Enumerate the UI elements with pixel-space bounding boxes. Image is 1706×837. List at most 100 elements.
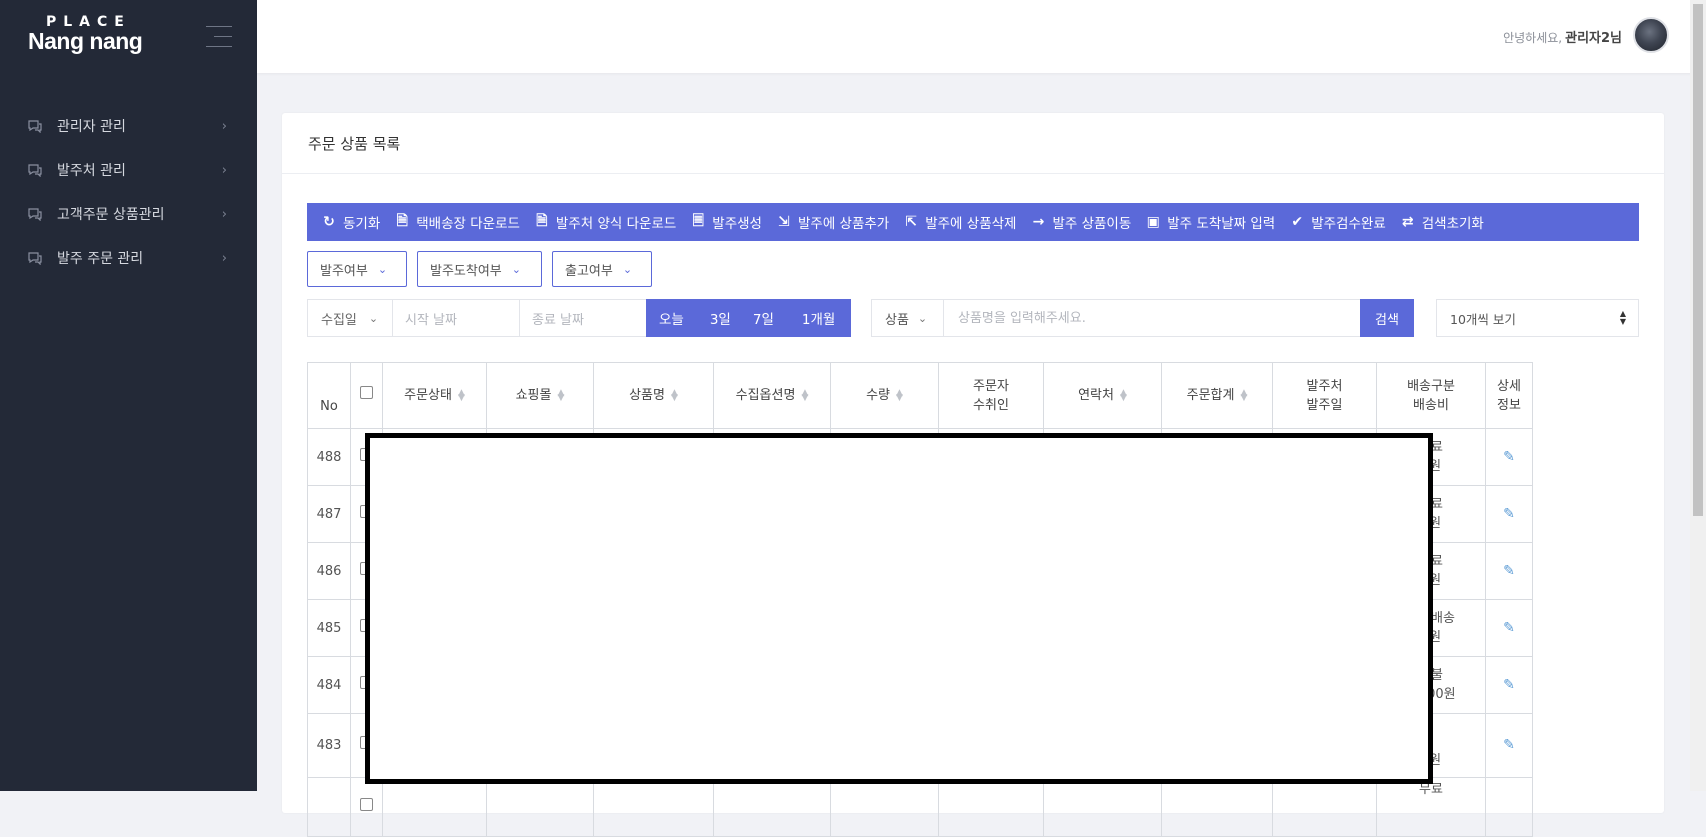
col-status[interactable]: 주문상태 ▲ ▼ xyxy=(382,362,487,429)
chat-icon xyxy=(27,119,43,133)
download-supplier-form-button[interactable]: 🗎 발주처 양식 다운로드 xyxy=(534,210,676,234)
order-status-label: 발주여부 xyxy=(320,263,368,279)
end-date-input[interactable]: 종료 날짜 xyxy=(520,300,647,336)
edit-icon[interactable]: ✎ xyxy=(1503,449,1515,465)
col-contact[interactable]: 연락처 ▲ ▼ xyxy=(1043,362,1162,429)
avatar[interactable] xyxy=(1633,17,1669,53)
chat-icon xyxy=(27,207,43,221)
status-filters: 발주여부 ⌄ 발주도착여부 ⌄ 출고여부 ⌄ xyxy=(307,251,652,287)
menu-toggle-icon[interactable] xyxy=(206,26,232,56)
col-orderer: 주문자 수취인 xyxy=(938,362,1044,429)
sidebar-nav: 관리자 관리 › 발주처 관리 › 고객주문 상품관리 › 발주 주문 관리 › xyxy=(0,104,257,280)
sidebar-item-purchase-orders[interactable]: 발주 주문 관리 › xyxy=(0,236,257,280)
table-row[interactable]: 무료 xyxy=(307,777,1533,837)
check-icon: ✔ xyxy=(1291,214,1304,230)
action-toolbar: ↻ 동기화 🗎 택배송장 다운로드 🗎 발주처 양식 다운로드 🗏 발주생성 ⇲ 발주에 … xyxy=(307,203,1639,241)
sync-button[interactable]: ↻ 동기화 xyxy=(321,212,380,232)
row-no: 486 xyxy=(307,542,351,600)
search-input[interactable] xyxy=(944,309,1370,327)
sidebar-item-customer-orders[interactable]: 고객주문 상품관리 › xyxy=(0,192,257,236)
arrival-date-button[interactable]: ▣ 발주 도착날짜 입력 xyxy=(1145,212,1276,232)
search-button[interactable]: 검색 xyxy=(1360,299,1414,337)
reset-search-button[interactable]: ⇄ 검색초기화 xyxy=(1400,212,1484,232)
remove-product-button[interactable]: ⇱ 발주에 상품삭제 xyxy=(903,212,1016,232)
move-product-button[interactable]: → 발주 상품이동 xyxy=(1030,212,1132,232)
edit-icon[interactable]: ✎ xyxy=(1503,620,1515,636)
quick-7days-button[interactable]: 7일 xyxy=(753,308,774,328)
sidebar-item-admin[interactable]: 관리자 관리 › xyxy=(0,104,257,148)
arrow-right-icon: → xyxy=(1032,214,1045,230)
top-bar: 안녕하세요, 관리자2님 xyxy=(257,0,1706,73)
chevron-right-icon: › xyxy=(221,250,227,266)
create-order-button[interactable]: 🗏 발주생성 xyxy=(690,210,762,234)
col-mall[interactable]: 쇼핑몰 ▲ ▼ xyxy=(486,362,594,429)
sort-icon: ▲ ▼ xyxy=(557,387,565,403)
col-status-label: 주문상태 xyxy=(404,388,452,403)
date-type-label: 수집일 xyxy=(321,312,357,328)
ship-type: 무료 xyxy=(1419,782,1443,797)
chevron-right-icon: › xyxy=(221,118,227,134)
edit-icon[interactable]: ✎ xyxy=(1503,677,1515,693)
user-name[interactable]: 관리자2님 xyxy=(1565,31,1622,46)
col-supplier: 발주처 발주일 xyxy=(1272,362,1377,429)
scrollbar-thumb[interactable] xyxy=(1693,4,1703,516)
file-import-icon: ⇲ xyxy=(778,214,790,230)
row-detail: ✎ xyxy=(1485,599,1533,657)
move-product-label: 발주 상품이동 xyxy=(1052,216,1132,232)
sort-icon: ▲ ▼ xyxy=(896,387,903,403)
chat-icon xyxy=(27,163,43,177)
chevron-down-icon: ⌄ xyxy=(368,311,379,325)
quick-today-button[interactable]: 오늘 xyxy=(659,308,684,328)
per-page-select[interactable]: 10개씩 보기 ▲ ▼ xyxy=(1436,299,1639,337)
arrival-date-label: 발주 도착날짜 입력 xyxy=(1167,216,1276,232)
edit-icon[interactable]: ✎ xyxy=(1503,737,1515,753)
search-type-select[interactable]: 상품 ⌄ xyxy=(872,300,944,336)
col-option[interactable]: 수집옵션명 ▲ ▼ xyxy=(713,362,831,429)
col-option-label: 수집옵션명 xyxy=(735,388,796,403)
col-total[interactable]: 주문합계 ▲ ▼ xyxy=(1161,362,1273,429)
sidebar-item-supplier[interactable]: 발주처 관리 › xyxy=(0,148,257,192)
page-scrollbar[interactable] xyxy=(1690,0,1706,791)
row-checkbox[interactable] xyxy=(360,797,373,811)
date-type-select[interactable]: 수집일 ⌄ xyxy=(308,300,393,336)
sidebar-item-label: 발주처 관리 xyxy=(57,163,126,179)
quick-1month-button[interactable]: 1개월 xyxy=(802,308,835,328)
col-qty[interactable]: 수량 ▲ ▼ xyxy=(830,362,939,429)
logo-line2: Nang nang xyxy=(28,28,143,54)
logo[interactable]: PLACE Nang nang xyxy=(28,14,143,55)
user-greeting: 안녕하세요, 관리자2님 xyxy=(1503,27,1622,46)
row-no: 488 xyxy=(307,428,351,486)
chevron-right-icon: › xyxy=(221,206,227,222)
file-export-icon: ⇱ xyxy=(905,214,918,230)
row-detail xyxy=(1485,777,1533,837)
download-invoice-button[interactable]: 🗎 택배송장 다운로드 xyxy=(394,210,520,234)
start-date-input[interactable]: 시작 날짜 xyxy=(393,300,520,336)
chevron-right-icon: › xyxy=(221,162,227,178)
shipping-status-dropdown[interactable]: 출고여부 ⌄ xyxy=(552,251,652,287)
calendar-check-icon: ▣ xyxy=(1146,214,1160,230)
edit-icon[interactable]: ✎ xyxy=(1503,506,1515,522)
add-product-button[interactable]: ⇲ 발주에 상품추가 xyxy=(776,212,889,232)
remove-product-label: 발주에 상품삭제 xyxy=(925,216,1017,232)
inspection-complete-label: 발주검수완료 xyxy=(1311,216,1386,232)
order-list-card: 주문 상품 목록 ↻ 동기화 🗎 택배송장 다운로드 🗎 발주처 양식 다운로드 🗏 발… xyxy=(282,113,1664,837)
col-product-label: 상품명 xyxy=(629,388,665,403)
col-product[interactable]: 상품명 ▲ ▼ xyxy=(593,362,714,429)
edit-icon[interactable]: ✎ xyxy=(1503,563,1515,579)
col-info-label: 정보 xyxy=(1497,397,1521,413)
inspection-complete-button[interactable]: ✔ 발주검수완료 xyxy=(1289,212,1386,232)
arrival-status-dropdown[interactable]: 발주도착여부 ⌄ xyxy=(417,251,542,287)
col-orderer-label: 주문자 xyxy=(973,378,1009,394)
download-invoice-label: 택배송장 다운로드 xyxy=(416,216,520,232)
search-row: 수집일 ⌄ 시작 날짜 종료 날짜 오늘 3일 7일 1개월 상품 ⌄ 검색 10개… xyxy=(307,299,1639,337)
select-all-checkbox[interactable] xyxy=(360,386,373,399)
col-supplier-label: 발주처 xyxy=(1306,378,1343,394)
excel-icon: 🗎 xyxy=(536,213,548,229)
chevron-down-icon: ⌄ xyxy=(377,262,388,276)
greeting-text: 안녕하세요, xyxy=(1503,31,1563,45)
row-detail: ✎ xyxy=(1485,485,1533,543)
order-status-dropdown[interactable]: 발주여부 ⌄ xyxy=(307,251,407,287)
row-detail: ✎ xyxy=(1485,542,1533,600)
quick-3days-button[interactable]: 3일 xyxy=(710,308,731,328)
page-title: 주문 상품 목록 xyxy=(282,113,1664,174)
